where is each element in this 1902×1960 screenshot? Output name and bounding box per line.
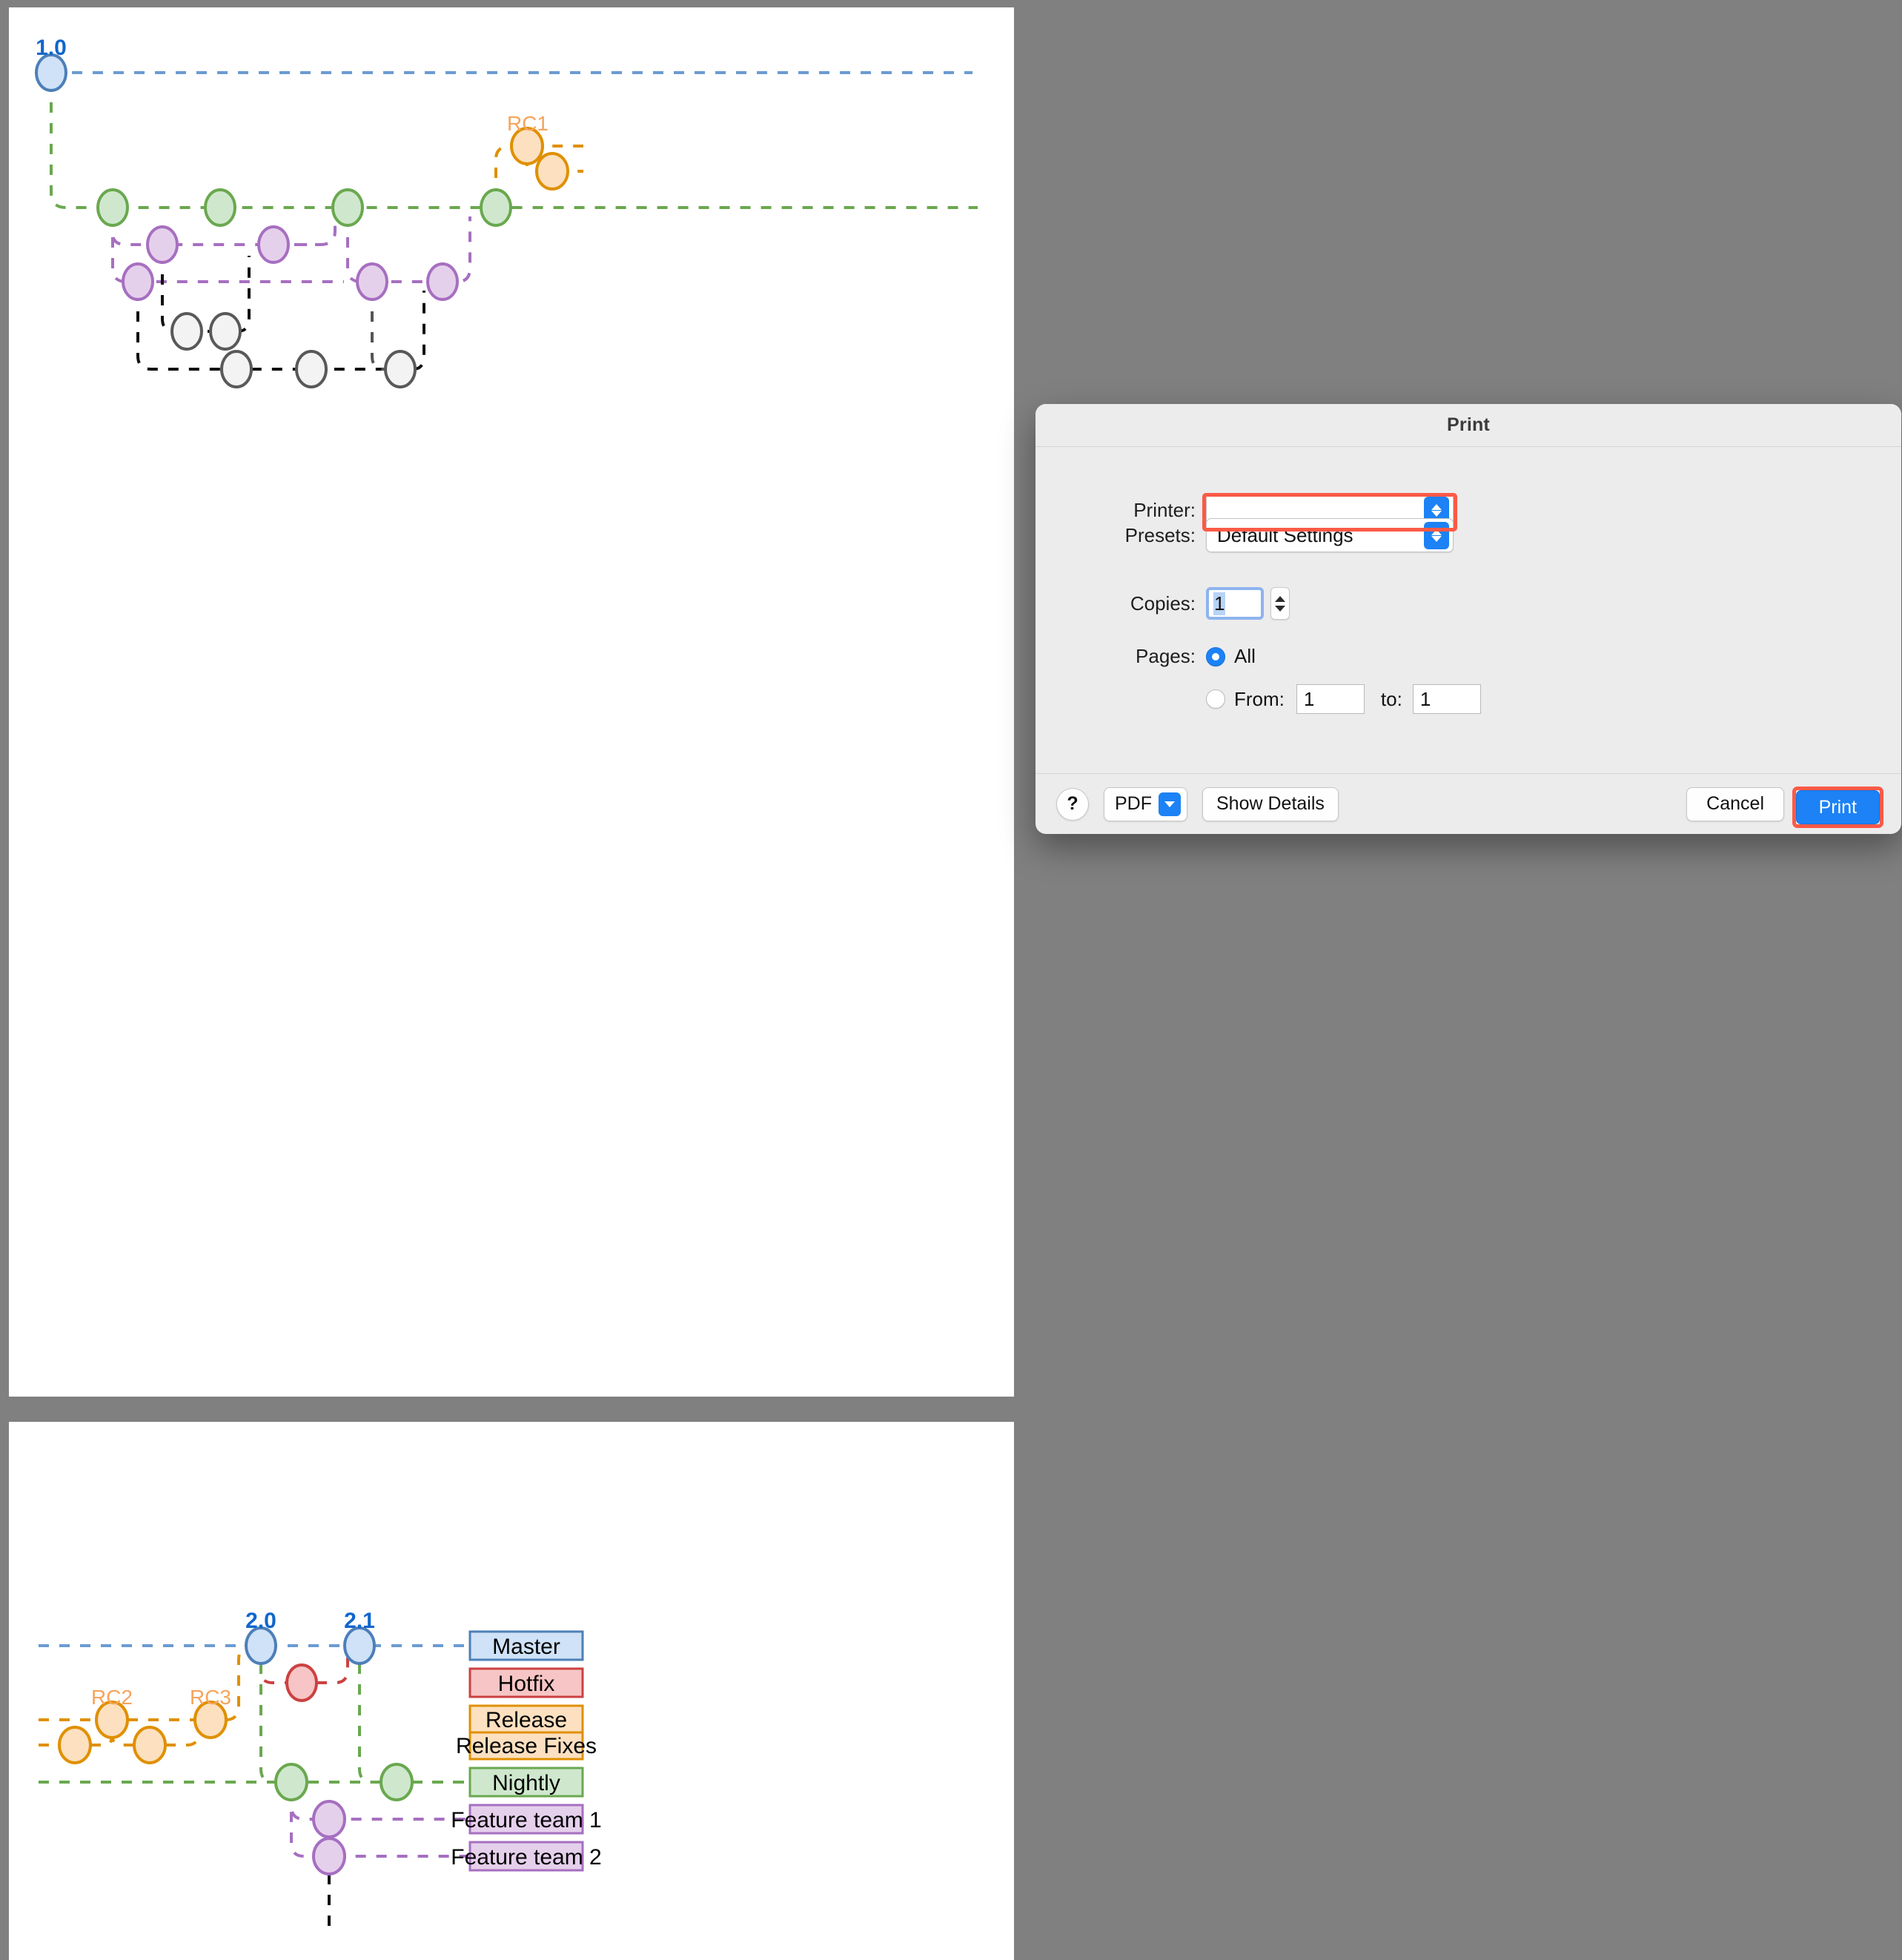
commit-node-dev[interactable] — [384, 350, 417, 388]
commit-node-feature-team-2[interactable] — [356, 262, 388, 301]
printed-page-2: 2.0 2.1 RC2 RC3 Master Hotfix Release Re… — [9, 1422, 1014, 1960]
dialog-titlebar: Print — [1036, 404, 1901, 447]
printer-highlight-ring — [1202, 493, 1457, 532]
commit-node-dev[interactable] — [295, 350, 328, 388]
commit-node-nightly[interactable] — [480, 188, 512, 227]
print-dialog: Print Printer: Presets: Default Settings — [1036, 404, 1901, 834]
legend-label-feature-team-1: Feature team 1 — [451, 1808, 601, 1832]
help-button[interactable]: ? — [1056, 787, 1089, 821]
legend-label-master: Master — [492, 1635, 560, 1659]
copies-input[interactable]: 1 — [1206, 587, 1264, 620]
commit-node-release-fixes[interactable] — [58, 1726, 92, 1764]
dialog-body: Printer: Presets: Default Settings Copie… — [1036, 447, 1901, 773]
pages-to-label: to: — [1380, 687, 1402, 710]
git-branching-diagram-bottom: 2.0 2.1 RC2 RC3 Master Hotfix Release Re… — [39, 1609, 602, 1927]
pdf-button[interactable]: PDF — [1104, 787, 1187, 821]
commit-node-dev[interactable] — [170, 312, 203, 351]
lane-line-release-fixes-merge-2 — [165, 1732, 199, 1747]
release-tag-rc3: RC3 — [190, 1686, 231, 1709]
legend: Master Hotfix Release Release Fixes Nigh… — [451, 1630, 602, 1872]
print-button[interactable]: Print — [1795, 790, 1880, 824]
commit-node-hotfix[interactable] — [285, 1663, 318, 1702]
legend-label-hotfix: Hotfix — [498, 1672, 555, 1696]
screen: 1.0 RC1 2.0 2.1 RC2 RC3 Master Hotfix Re… — [0, 0, 1902, 1960]
commit-node-feature-team-1[interactable] — [257, 225, 290, 264]
pages-to-value: 1 — [1419, 687, 1431, 710]
commit-node-release-fixes[interactable] — [133, 1726, 167, 1764]
pages-from-value: 1 — [1303, 687, 1315, 710]
commit-node-master[interactable] — [35, 53, 67, 92]
commit-node-nightly[interactable] — [380, 1763, 414, 1801]
copies-label: Copies: — [1130, 592, 1196, 615]
commit-node-nightly[interactable] — [331, 188, 364, 227]
show-details-button[interactable]: Show Details — [1202, 787, 1339, 821]
commit-node-feature-team-1[interactable] — [312, 1800, 346, 1838]
pages-from-input[interactable]: 1 — [1296, 684, 1365, 714]
pdf-button-label: PDF — [1115, 793, 1152, 814]
release-tag-rc2: RC2 — [91, 1686, 133, 1709]
pages-all-label: All — [1234, 645, 1256, 667]
chevron-down-icon[interactable] — [1159, 792, 1181, 816]
legend-label-release: Release — [486, 1708, 567, 1732]
lane-line-dev-b-branch — [371, 291, 385, 371]
cancel-button[interactable]: Cancel — [1686, 787, 1784, 821]
lane-line-master-to-nightly-21 — [358, 1663, 373, 1784]
dialog-footer: ? PDF Show Details Cancel Print — [1036, 773, 1901, 834]
commit-node-dev[interactable] — [220, 350, 253, 388]
commit-node-feature-team-2[interactable] — [122, 262, 154, 301]
print-button-highlight-ring: Print — [1792, 787, 1883, 828]
pages-to-input[interactable]: 1 — [1412, 684, 1481, 714]
copies-value: 1 — [1213, 592, 1226, 615]
commit-node-feature-team-2[interactable] — [312, 1837, 346, 1875]
printed-page-1: 1.0 RC1 — [9, 7, 1014, 1397]
copies-row: Copies: 1 — [1081, 587, 1290, 620]
legend-label-feature-team-2: Feature team 2 — [451, 1845, 601, 1870]
dialog-title: Print — [1447, 414, 1490, 435]
pages-label: Pages: — [1136, 645, 1196, 667]
pages-range-row: From: 1 to: 1 — [1081, 684, 1481, 714]
copies-stepper[interactable] — [1270, 587, 1290, 620]
commit-node-master[interactable] — [343, 1626, 376, 1665]
presets-label: Presets: — [1124, 523, 1196, 546]
pages-range-radio[interactable] — [1206, 689, 1225, 709]
version-tag-2-1: 2.1 — [344, 1609, 375, 1633]
legend-label-nightly: Nightly — [492, 1771, 560, 1795]
release-tag-rc1: RC1 — [507, 112, 549, 135]
commit-node-nightly[interactable] — [96, 188, 129, 227]
version-tag-1-0: 1.0 — [36, 36, 67, 60]
commit-node-nightly[interactable] — [274, 1763, 308, 1801]
commit-node-master[interactable] — [245, 1626, 277, 1665]
pages-from-label: From: — [1234, 687, 1285, 710]
commit-node-dev[interactable] — [209, 312, 242, 351]
git-branching-diagram-top: 1.0 RC1 — [35, 36, 978, 388]
commit-node-feature-team-2[interactable] — [426, 262, 459, 301]
commit-node-release-fixes[interactable] — [535, 152, 569, 191]
pages-row: Pages: All — [1081, 645, 1256, 668]
lane-line-dev-b-merge — [412, 291, 425, 371]
legend-label-release-fixes: Release Fixes — [456, 1734, 597, 1758]
version-tag-2-0: 2.0 — [245, 1609, 276, 1633]
commit-node-nightly[interactable] — [204, 188, 236, 227]
commit-node-feature-team-1[interactable] — [146, 225, 179, 264]
lane-line-release-to-master — [225, 1644, 251, 1721]
pages-all-radio[interactable] — [1206, 646, 1225, 666]
